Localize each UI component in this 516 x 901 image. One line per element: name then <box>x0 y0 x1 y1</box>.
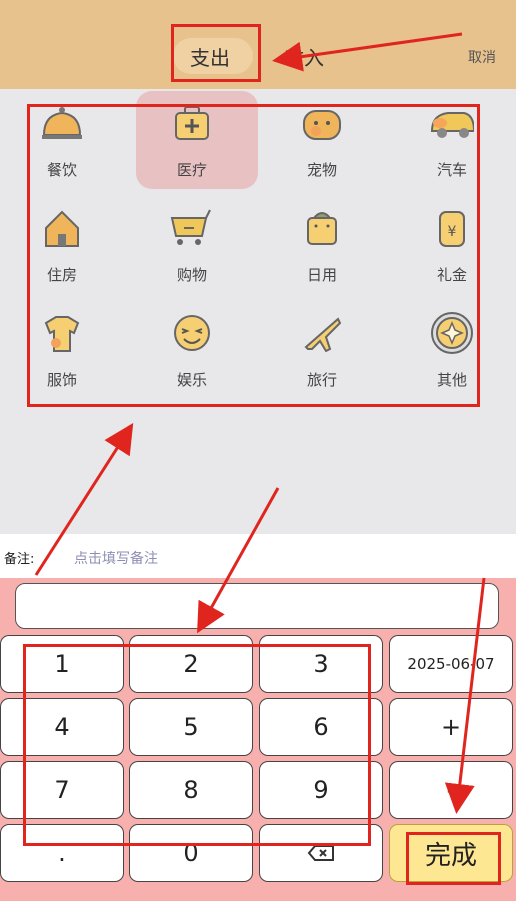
backspace-icon <box>307 845 334 861</box>
annotation-box-done-button <box>406 832 501 885</box>
tab-income[interactable]: 收入 <box>284 42 324 71</box>
annotation-box-number-keys <box>23 644 371 846</box>
key-plus[interactable]: + <box>389 698 513 756</box>
annotation-box-expense-tab <box>171 24 261 82</box>
remark-input[interactable]: 点击填写备注 <box>74 548 158 568</box>
remark-label: 备注: <box>4 552 35 567</box>
date-button[interactable]: 2025-06-07 <box>389 635 513 693</box>
annotation-box-category-grid <box>27 104 480 407</box>
amount-display <box>15 583 499 629</box>
remark-row[interactable]: 备注: 点击填写备注 <box>0 534 516 578</box>
key-minus[interactable]: - <box>389 761 513 819</box>
cancel-button[interactable]: 取消 <box>468 47 496 67</box>
